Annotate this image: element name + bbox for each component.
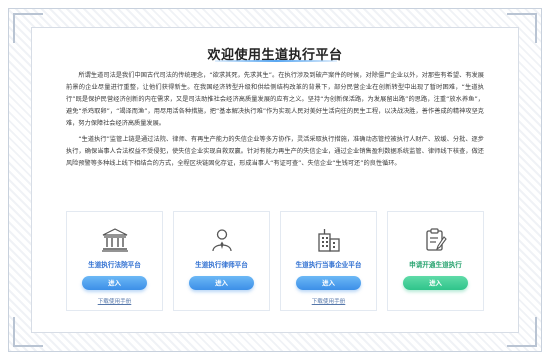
intro-paragraph: 所谓生道司法是我们中国古代司法的传统理念，“欲求其死，先求其生”。在执行涉及到破… bbox=[66, 72, 484, 127]
card-label: 生道执行当事企业平台 bbox=[295, 261, 362, 269]
court-building-icon bbox=[67, 228, 162, 252]
card-label: 生道执行律师平台 bbox=[195, 261, 248, 269]
enter-button[interactable]: 进入 bbox=[189, 276, 254, 290]
title-underline bbox=[215, 60, 337, 62]
card-label: 生道执行法院平台 bbox=[88, 261, 141, 269]
enter-button[interactable]: 进入 bbox=[403, 276, 468, 290]
intro-paragraph: “生道执行”监管上链是通过法院、律师、有再生产能力的失信企业等多方协作，灵活采取… bbox=[66, 136, 484, 167]
lawyer-person-icon bbox=[174, 228, 269, 252]
card-apply-service: 申请开通生道执行 进入 bbox=[387, 211, 484, 311]
card-enterprise-platform: 生道执行当事企业平台 进入 下载使用手册 bbox=[280, 211, 377, 311]
download-manual-link[interactable]: 下载使用手册 bbox=[67, 297, 162, 305]
intro-text: 所谓生道司法是我们中国古代司法的传统理念，“欲求其死，先求其生”。在执行涉及到破… bbox=[66, 70, 484, 174]
platform-cards: 生道执行法院平台 进入 下载使用手册 生道执行律师平台 进入 生道执行当事企业平… bbox=[66, 211, 484, 311]
apply-document-icon bbox=[388, 228, 483, 252]
card-label: 申请开通生道执行 bbox=[409, 261, 462, 269]
enter-button[interactable]: 进入 bbox=[296, 276, 361, 290]
enterprise-building-icon bbox=[281, 228, 376, 252]
enter-button[interactable]: 进入 bbox=[82, 276, 147, 290]
card-lawyer-platform: 生道执行律师平台 进入 bbox=[173, 211, 270, 311]
download-manual-link[interactable]: 下载使用手册 bbox=[281, 297, 376, 305]
card-court-platform: 生道执行法院平台 进入 下载使用手册 bbox=[66, 211, 163, 311]
